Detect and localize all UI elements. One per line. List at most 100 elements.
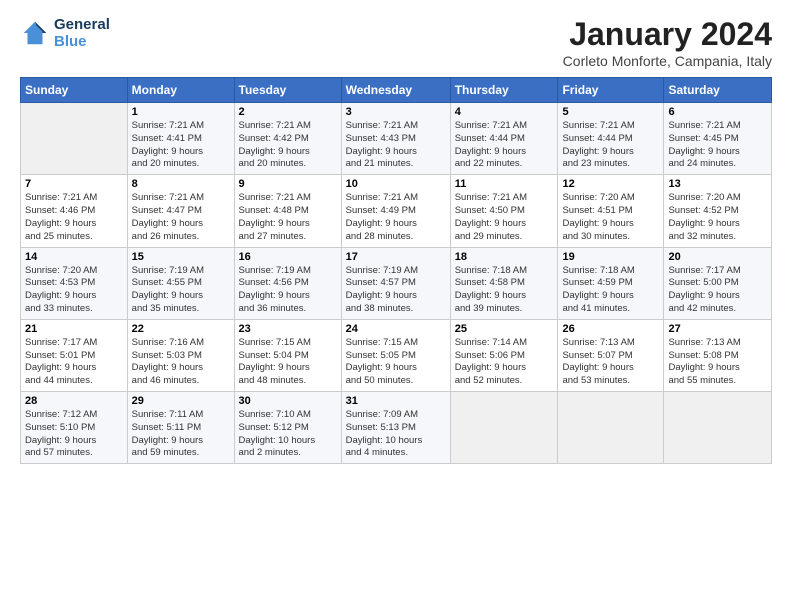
day-number: 11 <box>455 178 554 190</box>
day-info: Sunrise: 7:13 AM Sunset: 5:08 PM Dayligh… <box>668 337 767 388</box>
calendar-cell: 4Sunrise: 7:21 AM Sunset: 4:44 PM Daylig… <box>450 103 558 175</box>
day-info: Sunrise: 7:17 AM Sunset: 5:00 PM Dayligh… <box>668 265 767 316</box>
location-subtitle: Corleto Monforte, Campania, Italy <box>563 53 772 69</box>
calendar-cell: 18 Sunrise: 7:18 AM Sunset: 4:58 PM Dayli… <box>450 247 558 319</box>
day-number: 29 <box>132 395 230 407</box>
calendar-cell: 17 Sunrise: 7:19 AM Sunset: 4:57 PM Dayli… <box>341 247 450 319</box>
day-number: 15 <box>132 251 230 263</box>
calendar-week-row: 14Sunrise: 7:20 AM Sunset: 4:53 PM Dayli… <box>21 247 772 319</box>
day-info: Sunrise: 7:21 AM Sunset: 4:41 PM Dayligh… <box>132 120 230 171</box>
calendar-cell: 13 Sunrise: 7:20 AM Sunset: 4:52 PM Dayli… <box>664 175 772 247</box>
calendar-cell: 19 Sunrise: 7:18 AM Sunset: 4:59 PM Dayli… <box>558 247 664 319</box>
day-number: 13 <box>668 178 767 190</box>
calendar-day-header: Tuesday <box>234 78 341 103</box>
day-info: Sunrise: 7:18 AM Sunset: 4:59 PM Dayligh… <box>562 265 659 316</box>
day-number: 3 <box>346 106 446 118</box>
day-info: Sunrise: 7:21 AM Sunset: 4:42 PM Dayligh… <box>239 120 337 171</box>
day-info: Sunrise: 7:21 AM Sunset: 4:46 PM Dayligh… <box>25 192 123 243</box>
day-number: 12 <box>562 178 659 190</box>
logo-text: General Blue <box>54 16 110 50</box>
calendar-cell: 28 Sunrise: 7:12 AM Sunset: 5:10 PM Dayli… <box>21 392 128 464</box>
calendar-cell <box>664 392 772 464</box>
header: General Blue January 2024 Corleto Monfor… <box>20 16 772 69</box>
day-number: 22 <box>132 323 230 335</box>
day-info: Sunrise: 7:10 AM Sunset: 5:12 PM Dayligh… <box>239 409 337 460</box>
day-info: Sunrise: 7:18 AM Sunset: 4:58 PM Dayligh… <box>455 265 554 316</box>
day-number: 31 <box>346 395 446 407</box>
calendar-cell: 9 Sunrise: 7:21 AM Sunset: 4:48 PM Daylig… <box>234 175 341 247</box>
day-info: Sunrise: 7:21 AM Sunset: 4:50 PM Dayligh… <box>455 192 554 243</box>
logo-icon <box>20 18 50 48</box>
day-number: 10 <box>346 178 446 190</box>
calendar-week-row: 7 Sunrise: 7:21 AM Sunset: 4:46 PM Daylig… <box>21 175 772 247</box>
calendar-cell: 7 Sunrise: 7:21 AM Sunset: 4:46 PM Daylig… <box>21 175 128 247</box>
day-info: Sunrise: 7:16 AM Sunset: 5:03 PM Dayligh… <box>132 337 230 388</box>
calendar-cell: 31 Sunrise: 7:09 AM Sunset: 5:13 PM Dayli… <box>341 392 450 464</box>
calendar-cell: 11 Sunrise: 7:21 AM Sunset: 4:50 PM Dayli… <box>450 175 558 247</box>
calendar-cell: 8Sunrise: 7:21 AM Sunset: 4:47 PM Daylig… <box>127 175 234 247</box>
day-number: 7 <box>25 178 123 190</box>
calendar-cell: 24Sunrise: 7:15 AM Sunset: 5:05 PM Dayli… <box>341 319 450 391</box>
calendar-cell: 27Sunrise: 7:13 AM Sunset: 5:08 PM Dayli… <box>664 319 772 391</box>
day-info: Sunrise: 7:19 AM Sunset: 4:55 PM Dayligh… <box>132 265 230 316</box>
day-info: Sunrise: 7:15 AM Sunset: 5:05 PM Dayligh… <box>346 337 446 388</box>
day-info: Sunrise: 7:09 AM Sunset: 5:13 PM Dayligh… <box>346 409 446 460</box>
calendar-day-header: Monday <box>127 78 234 103</box>
day-info: Sunrise: 7:14 AM Sunset: 5:06 PM Dayligh… <box>455 337 554 388</box>
day-number: 14 <box>25 251 123 263</box>
calendar-week-row: 28 Sunrise: 7:12 AM Sunset: 5:10 PM Dayli… <box>21 392 772 464</box>
logo: General Blue <box>20 16 110 50</box>
month-title: January 2024 <box>563 16 772 53</box>
day-number: 25 <box>455 323 554 335</box>
day-number: 26 <box>562 323 659 335</box>
day-number: 1 <box>132 106 230 118</box>
calendar-day-header: Friday <box>558 78 664 103</box>
calendar-cell: 6 Sunrise: 7:21 AM Sunset: 4:45 PM Daylig… <box>664 103 772 175</box>
calendar-cell <box>450 392 558 464</box>
day-number: 30 <box>239 395 337 407</box>
day-number: 21 <box>25 323 123 335</box>
calendar-day-header: Wednesday <box>341 78 450 103</box>
day-number: 19 <box>562 251 659 263</box>
calendar-cell: 1 Sunrise: 7:21 AM Sunset: 4:41 PM Daylig… <box>127 103 234 175</box>
day-info: Sunrise: 7:11 AM Sunset: 5:11 PM Dayligh… <box>132 409 230 460</box>
calendar-cell <box>558 392 664 464</box>
day-info: Sunrise: 7:20 AM Sunset: 4:51 PM Dayligh… <box>562 192 659 243</box>
day-info: Sunrise: 7:19 AM Sunset: 4:57 PM Dayligh… <box>346 265 446 316</box>
day-info: Sunrise: 7:21 AM Sunset: 4:44 PM Dayligh… <box>455 120 554 171</box>
calendar-cell: 10Sunrise: 7:21 AM Sunset: 4:49 PM Dayli… <box>341 175 450 247</box>
calendar-week-row: 21 Sunrise: 7:17 AM Sunset: 5:01 PM Dayli… <box>21 319 772 391</box>
day-info: Sunrise: 7:20 AM Sunset: 4:52 PM Dayligh… <box>668 192 767 243</box>
calendar-cell <box>21 103 128 175</box>
calendar-cell: 16 Sunrise: 7:19 AM Sunset: 4:56 PM Dayli… <box>234 247 341 319</box>
day-number: 6 <box>668 106 767 118</box>
day-number: 5 <box>562 106 659 118</box>
calendar-week-row: 1 Sunrise: 7:21 AM Sunset: 4:41 PM Daylig… <box>21 103 772 175</box>
day-info: Sunrise: 7:21 AM Sunset: 4:45 PM Dayligh… <box>668 120 767 171</box>
day-info: Sunrise: 7:21 AM Sunset: 4:48 PM Dayligh… <box>239 192 337 243</box>
calendar-cell: 14Sunrise: 7:20 AM Sunset: 4:53 PM Dayli… <box>21 247 128 319</box>
day-number: 18 <box>455 251 554 263</box>
day-number: 28 <box>25 395 123 407</box>
day-info: Sunrise: 7:17 AM Sunset: 5:01 PM Dayligh… <box>25 337 123 388</box>
calendar-cell: 25 Sunrise: 7:14 AM Sunset: 5:06 PM Dayli… <box>450 319 558 391</box>
calendar-day-header: Saturday <box>664 78 772 103</box>
calendar-cell: 23Sunrise: 7:15 AM Sunset: 5:04 PM Dayli… <box>234 319 341 391</box>
day-number: 17 <box>346 251 446 263</box>
calendar-cell: 12 Sunrise: 7:20 AM Sunset: 4:51 PM Dayli… <box>558 175 664 247</box>
calendar-day-header: Sunday <box>21 78 128 103</box>
calendar-cell: 15 Sunrise: 7:19 AM Sunset: 4:55 PM Dayli… <box>127 247 234 319</box>
calendar-cell: 20Sunrise: 7:17 AM Sunset: 5:00 PM Dayli… <box>664 247 772 319</box>
calendar-cell: 21 Sunrise: 7:17 AM Sunset: 5:01 PM Dayli… <box>21 319 128 391</box>
calendar-cell: 3 Sunrise: 7:21 AM Sunset: 4:43 PM Daylig… <box>341 103 450 175</box>
calendar-cell: 26 Sunrise: 7:13 AM Sunset: 5:07 PM Dayli… <box>558 319 664 391</box>
day-info: Sunrise: 7:19 AM Sunset: 4:56 PM Dayligh… <box>239 265 337 316</box>
day-info: Sunrise: 7:13 AM Sunset: 5:07 PM Dayligh… <box>562 337 659 388</box>
day-info: Sunrise: 7:12 AM Sunset: 5:10 PM Dayligh… <box>25 409 123 460</box>
day-number: 16 <box>239 251 337 263</box>
day-info: Sunrise: 7:21 AM Sunset: 4:43 PM Dayligh… <box>346 120 446 171</box>
day-number: 9 <box>239 178 337 190</box>
day-number: 2 <box>239 106 337 118</box>
calendar-cell: 5Sunrise: 7:21 AM Sunset: 4:44 PM Daylig… <box>558 103 664 175</box>
calendar-cell: 30 Sunrise: 7:10 AM Sunset: 5:12 PM Dayli… <box>234 392 341 464</box>
